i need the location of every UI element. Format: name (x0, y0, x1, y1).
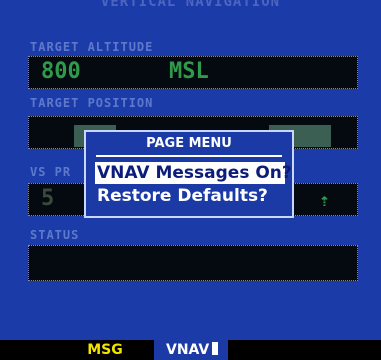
status-field (28, 245, 358, 281)
msg-softkey[interactable]: MSG (78, 340, 132, 360)
target-altitude-field[interactable]: 800 MSL (28, 56, 358, 89)
target-altitude-unit: MSL (169, 59, 209, 84)
vs-profile-label: VS PR (30, 165, 72, 179)
vnav-softkey-label: VNAV (166, 342, 210, 358)
vs-profile-value: 5 (41, 186, 55, 211)
menu-item-vnav-messages[interactable]: VNAV Messages On? (95, 162, 292, 184)
target-altitude-value: 800 (41, 59, 81, 84)
vnav-softkey[interactable]: VNAV (154, 340, 228, 360)
vs-arrow-icon: ⇡ (319, 190, 330, 211)
softkey-bar: MSG VNAV (0, 340, 381, 360)
page-menu: PAGE MENU VNAV Messages On? Restore Defa… (84, 130, 294, 218)
target-altitude-label: TARGET ALTITUDE (30, 40, 154, 54)
vnav-screen: VERTICAL NAVIGATION TARGET ALTITUDE 800 … (0, 0, 381, 340)
page-menu-title: PAGE MENU (146, 136, 232, 151)
menu-item-restore-defaults[interactable]: Restore Defaults? (95, 185, 285, 207)
page-indicator-icon (212, 342, 219, 355)
status-label: STATUS (30, 228, 80, 242)
target-position-label: TARGET POSITION (30, 96, 154, 110)
page-menu-divider (96, 155, 282, 157)
page-title: VERTICAL NAVIGATION (100, 0, 281, 10)
